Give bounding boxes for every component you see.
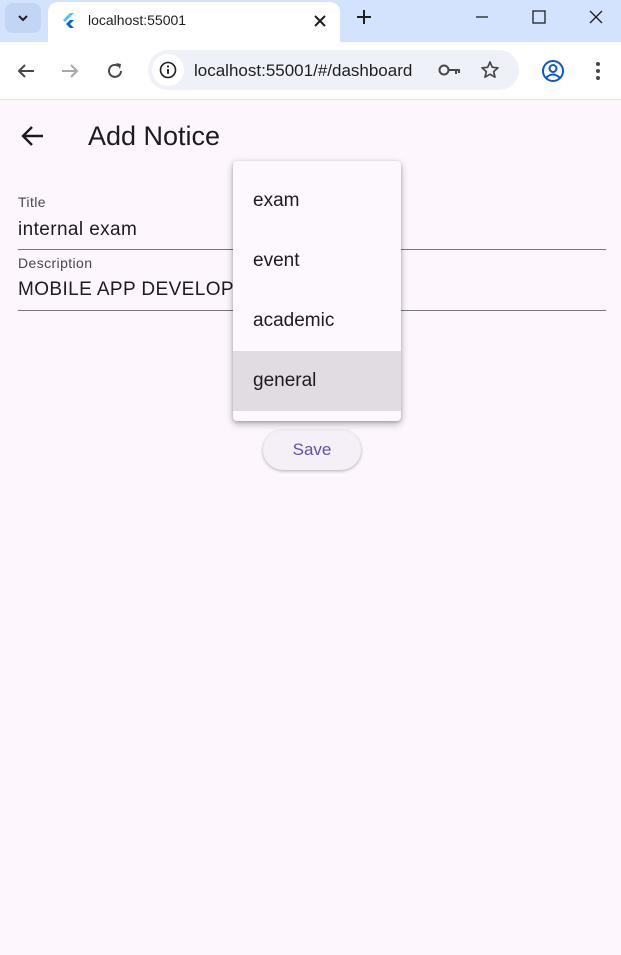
reload-icon	[108, 63, 122, 78]
browser-back-button[interactable]	[13, 58, 39, 84]
profile-icon	[542, 60, 564, 82]
password-key-button[interactable]	[438, 59, 462, 81]
tab-close-button[interactable]	[310, 11, 330, 31]
more-vertical-icon	[596, 62, 600, 80]
window-close-button[interactable]	[582, 5, 610, 29]
arrow-left-icon	[17, 64, 34, 78]
menu-item-event[interactable]: event	[233, 231, 401, 291]
browser-tabstrip: localhost:55001	[0, 0, 621, 42]
new-tab-button[interactable]	[352, 5, 376, 29]
browser-tab[interactable]: localhost:55001	[48, 2, 340, 42]
url-text: localhost:55001/#/dashboard	[194, 61, 413, 80]
profile-button[interactable]	[540, 58, 566, 84]
save-button[interactable]: Save	[263, 430, 361, 470]
category-dropdown-menu: exam event academic general	[233, 161, 401, 421]
browser-forward-button[interactable]	[57, 58, 83, 84]
menu-item-general[interactable]: general	[233, 351, 401, 411]
menu-item-academic[interactable]: academic	[233, 291, 401, 351]
arrow-back-icon	[21, 126, 43, 146]
minimize-button[interactable]	[468, 5, 496, 29]
site-info-button[interactable]	[152, 54, 184, 86]
tab-search-button[interactable]	[5, 3, 41, 33]
chevron-down-icon	[18, 15, 28, 22]
tab-title: localhost:55001	[88, 12, 187, 28]
close-icon	[589, 10, 603, 24]
maximize-button[interactable]	[525, 5, 553, 29]
page-title: Add Notice	[88, 121, 221, 151]
plus-icon	[357, 10, 371, 24]
menu-item-exam[interactable]: exam	[233, 171, 401, 231]
title-field-label: Title	[18, 194, 46, 210]
reload-button[interactable]	[102, 58, 128, 84]
arrow-right-icon	[62, 64, 79, 78]
description-field-label: Description	[18, 255, 93, 271]
description-field-value: MOBILE APP DEVELOP	[18, 279, 234, 300]
title-field-value: internal exam	[18, 219, 138, 240]
flutter-favicon-icon	[63, 13, 74, 28]
key-icon	[438, 64, 460, 76]
info-icon	[159, 61, 177, 79]
browser-menu-button[interactable]	[585, 58, 611, 84]
bookmark-button[interactable]	[478, 59, 502, 81]
star-icon	[481, 61, 499, 79]
address-bar[interactable]: localhost:55001/#/dashboard	[148, 50, 519, 90]
close-icon	[314, 15, 326, 27]
minimize-icon	[476, 16, 488, 18]
maximize-icon	[532, 10, 546, 24]
browser-toolbar: localhost:55001/#/dashboard	[0, 42, 621, 100]
back-button[interactable]	[16, 121, 50, 151]
